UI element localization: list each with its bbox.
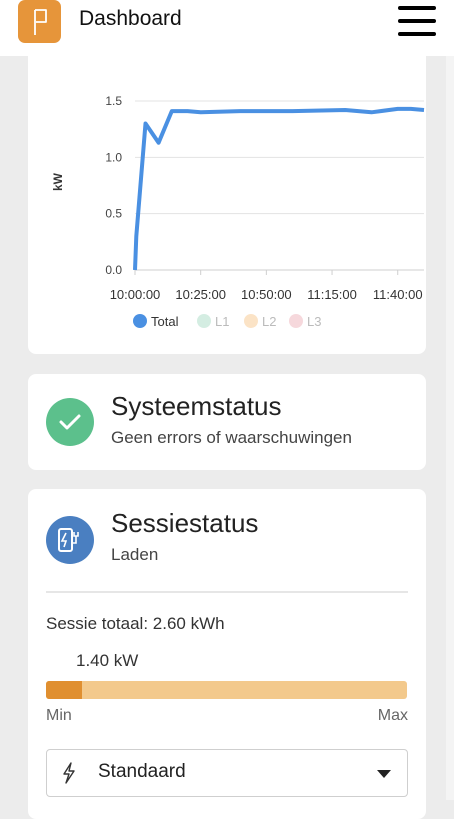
power-progress-fill: [46, 681, 83, 699]
hamburger-menu-button[interactable]: [398, 6, 436, 38]
chevron-down-icon: [377, 770, 391, 778]
power-progress-bar: [46, 681, 407, 699]
power-chart-card: 0.0 0.5 1.0 1.5 10:00:00 10:25:00 10:50:00 11:…: [28, 52, 426, 354]
scrollbar-track[interactable]: [446, 56, 454, 800]
session-status-subtitle: Laden: [111, 545, 159, 564]
app-logo[interactable]: [18, 0, 61, 43]
legend-label: L1: [215, 314, 229, 329]
menu-bar-icon: [398, 6, 436, 10]
legend-label: Total: [151, 314, 179, 329]
y-tick-label: 1.0: [105, 150, 122, 164]
charge-mode-value: Standaard: [98, 761, 186, 782]
session-total: Sessie totaal: 2.60 kWh: [46, 614, 225, 634]
legend-label: L2: [262, 314, 276, 329]
charge-mode-select[interactable]: Standaard: [46, 749, 408, 797]
progress-min-label: Min: [46, 707, 72, 724]
y-tick-label: 0.0: [105, 263, 122, 277]
x-tick-label: 10:25:00: [175, 287, 226, 302]
series-line-total: [133, 106, 425, 271]
logo-plug-icon: [34, 9, 47, 35]
legend-label: L3: [307, 314, 321, 329]
legend-item-l3[interactable]: L3: [289, 314, 321, 329]
power-value: 1.40 kW: [76, 651, 139, 670]
x-tick-label: 11:40:00: [373, 287, 423, 302]
legend-item-l2[interactable]: L2: [244, 314, 276, 329]
session-status-card: Sessiestatus Laden Sessie totaal: 2.60 k…: [28, 489, 426, 819]
progress-max-label: Max: [377, 707, 408, 724]
legend-marker: [289, 314, 303, 328]
legend-marker: [133, 314, 147, 328]
check-icon: [46, 398, 94, 446]
charging-station-icon: [46, 516, 94, 564]
legend-item-total[interactable]: Total: [133, 314, 179, 329]
menu-bar-icon: [398, 32, 436, 36]
system-status-card: Systeemstatus Geen errors of waarschuwin…: [28, 374, 426, 470]
legend-marker: [197, 314, 211, 328]
divider: [46, 591, 408, 593]
top-bar: Dashboard: [0, 0, 454, 56]
y-tick-label: 0.5: [105, 207, 122, 221]
x-tick-label: 11:15:00: [307, 287, 357, 302]
lightning-icon: [63, 762, 75, 784]
menu-bar-icon: [398, 19, 436, 23]
y-tick-label: 1.5: [105, 94, 122, 108]
x-tick-label: 10:50:00: [241, 287, 292, 302]
system-status-title: Systeemstatus: [111, 391, 282, 421]
legend-marker: [244, 314, 258, 328]
session-status-title: Sessiestatus: [111, 508, 259, 538]
session-total-label: Sessie totaal:: [46, 614, 149, 633]
x-tick-label: 10:00:00: [110, 287, 161, 302]
session-total-value: 2.60 kWh: [152, 614, 225, 633]
power-chart: 0.0 0.5 1.0 1.5 10:00:00 10:25:00 10:50:00 11:…: [51, 94, 425, 329]
system-status-subtitle: Geen errors of waarschuwingen: [111, 428, 352, 447]
legend-item-l1[interactable]: L1: [197, 314, 229, 329]
y-axis-label: kW: [51, 172, 65, 191]
page-title: Dashboard: [79, 7, 182, 30]
